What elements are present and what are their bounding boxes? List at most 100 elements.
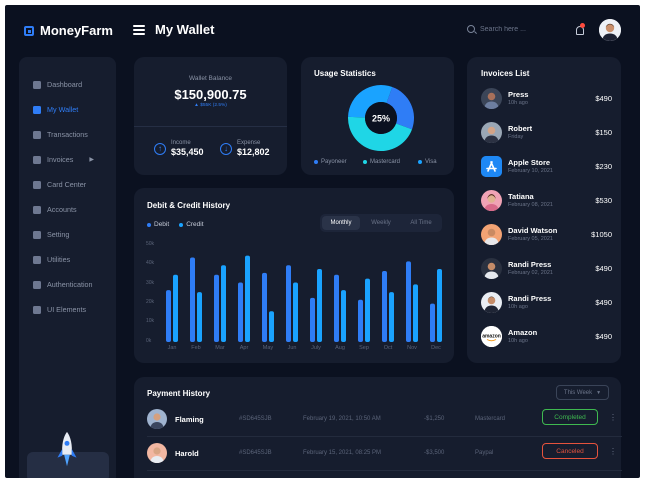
top-bar: MoneyFarm My Wallet — [5, 5, 640, 57]
more-options-icon[interactable]: ⋮ — [609, 447, 617, 456]
x-tick: Mar — [215, 345, 225, 351]
status-badge[interactable]: Completed — [542, 409, 598, 425]
sidebar-item-utilities[interactable]: Utilities — [33, 255, 70, 264]
invoice-amount: $230 — [595, 162, 612, 171]
invoice-item[interactable]: Apple Store February 10, 2021 $230 — [481, 156, 612, 180]
logo[interactable]: MoneyFarm — [24, 23, 113, 38]
avatar[interactable] — [599, 19, 621, 41]
invoice-amount: $490 — [595, 332, 612, 341]
legend-label: Payoneer — [321, 159, 347, 165]
invoice-date: February 02, 2021 — [508, 270, 553, 276]
sidebar-item-my-wallet[interactable]: My Wallet — [33, 105, 78, 114]
search-input[interactable] — [480, 25, 550, 33]
sidebar-item-card-center[interactable]: Card Center — [33, 180, 86, 189]
sidebar-item-label: Card Center — [47, 180, 87, 189]
bar-credit-july — [317, 269, 322, 342]
x-tick: Dec — [431, 345, 441, 351]
invoice-name: Press — [508, 90, 529, 99]
sidebar-item-authentication[interactable]: Authentication — [33, 280, 93, 289]
income-label: Income — [171, 140, 191, 146]
invoice-amount: $1050 — [591, 230, 612, 239]
app-store-icon — [481, 156, 502, 177]
invoice-name: Robert — [508, 124, 533, 133]
avatar — [481, 190, 502, 211]
arrow-down-icon: ↓ — [220, 142, 232, 155]
menu-toggle-icon[interactable] — [133, 25, 145, 35]
week-filter-select[interactable]: This Week ▼ — [556, 385, 609, 400]
payment-name: Harold — [175, 449, 199, 458]
sidebar-item-ui-elements[interactable]: UI Elements — [33, 305, 86, 314]
usage-title: Usage Statistics — [314, 69, 376, 78]
legend-label: Mastercard — [370, 159, 401, 165]
invoice-item[interactable]: Press 10h ago $490 — [481, 88, 612, 112]
sidebar-item-dashboard[interactable]: Dashboard — [33, 80, 82, 89]
sidebar-item-setting[interactable]: Setting — [33, 230, 69, 239]
payment-history-card: Payment History This Week ▼ Flaming #SD6… — [134, 377, 622, 478]
invoice-name: Amazon — [508, 328, 538, 337]
invoice-name: Randi Press — [508, 260, 552, 269]
bar-debit-sep — [358, 299, 363, 342]
wallet-icon — [33, 105, 41, 114]
wallet-change: ▲ $55K (2.5%) — [194, 103, 227, 108]
search-icon — [467, 25, 475, 33]
sidebar-item-label: Setting — [47, 230, 70, 239]
search-bar[interactable] — [467, 25, 550, 33]
bar-debit-may — [262, 272, 267, 342]
bar-debit-nov — [406, 261, 411, 342]
invoice-amount: $150 — [595, 128, 612, 137]
sidebar-item-label: My Wallet — [47, 105, 79, 114]
bar-credit-jun — [293, 282, 298, 342]
x-tick: Oct — [383, 345, 393, 351]
bar-credit-mar — [221, 265, 226, 342]
invoices-card: Invoices List Press 10h ago $490 Robert … — [467, 57, 621, 363]
payment-date: February 19, 2021, 10:50 AM — [303, 416, 381, 422]
bar-debit-jun — [286, 265, 291, 342]
invoice-item[interactable]: Randi Press February 02, 2021 $490 — [481, 258, 612, 282]
more-options-icon[interactable]: ⋮ — [609, 413, 617, 422]
sidebar-item-label: Authentication — [47, 280, 93, 289]
invoice-amount: $530 — [595, 196, 612, 205]
payment-row: Harold #SD645SJB February 15, 2021, 08:2… — [147, 443, 622, 467]
bar-debit-jan — [166, 290, 171, 342]
x-tick: Nov — [407, 345, 417, 351]
avatar — [147, 409, 167, 429]
invoice-item[interactable]: Tatiana February 08, 2021 $530 — [481, 190, 612, 214]
chevron-down-icon: ▼ — [596, 389, 602, 396]
logo-icon — [24, 25, 34, 36]
bar-debit-feb — [190, 257, 195, 342]
bar-debit-aug — [334, 274, 339, 342]
invoice-item[interactable]: Robert Friday $150 — [481, 122, 612, 146]
elements-icon — [33, 305, 41, 314]
sidebar-item-label: Accounts — [47, 205, 77, 214]
notification-badge — [580, 23, 585, 28]
legend-dot — [314, 160, 318, 164]
divider — [134, 126, 287, 127]
payment-name: Flaming — [175, 415, 204, 424]
invoice-amount: $490 — [595, 298, 612, 307]
avatar — [481, 292, 502, 313]
gear-icon — [33, 230, 41, 239]
amazon-logo: amazon — [481, 326, 502, 347]
invoice-amount: $490 — [595, 94, 612, 103]
invoice-item[interactable]: Randi Press 10h ago $490 — [481, 292, 612, 316]
sidebar-item-transactions[interactable]: Transactions — [33, 130, 88, 139]
bar-credit-may — [269, 311, 274, 342]
arrow-up-icon: ↑ — [154, 142, 166, 155]
divider — [147, 470, 622, 471]
x-tick: Aug — [335, 345, 345, 351]
wallet-card: Wallet Balance $150,900.75 ▲ $55K (2.5%)… — [134, 57, 287, 175]
sidebar-item-accounts[interactable]: Accounts — [33, 205, 77, 214]
x-tick: July — [311, 345, 321, 351]
sidebar: Dashboard My Wallet Transactions Invoice… — [19, 57, 116, 478]
invoice-date: February 05, 2021 — [508, 236, 553, 242]
invoice-item[interactable]: David Watson February 05, 2021 $1050 — [481, 224, 612, 248]
status-badge[interactable]: Canceled — [542, 443, 598, 459]
invoice-date: February 08, 2021 — [508, 202, 553, 208]
sidebar-item-invoices[interactable]: Invoices ▶ — [33, 155, 94, 164]
x-tick: Jun — [287, 345, 297, 351]
legend-label: Visa — [425, 159, 437, 165]
invoice-item[interactable]: amazon Amazon 10h ago $490 — [481, 326, 612, 350]
avatar — [481, 88, 502, 109]
bar-credit-jan — [173, 274, 178, 342]
legend-visa: Visa — [418, 159, 437, 165]
